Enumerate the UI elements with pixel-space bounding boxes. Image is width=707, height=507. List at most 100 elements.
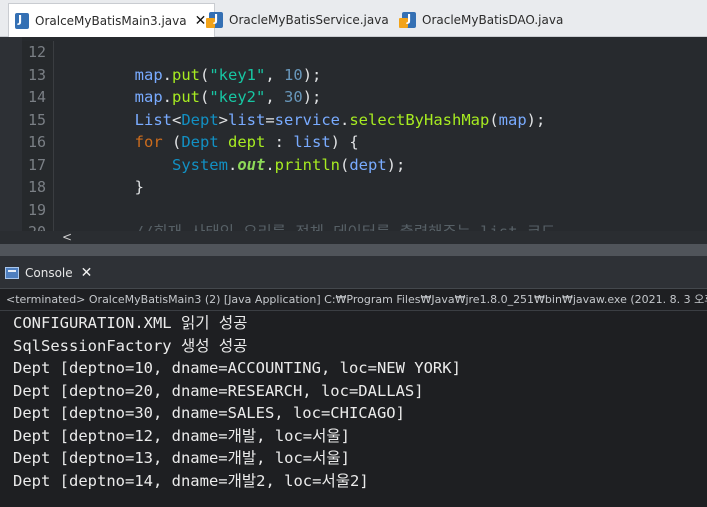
- line-number: 14: [28, 88, 47, 106]
- code-token: dept: [349, 155, 387, 174]
- code-token: <: [171, 110, 182, 129]
- code-token: ,: [265, 65, 285, 84]
- line-number: 16: [28, 133, 47, 151]
- line-number: 18: [28, 178, 47, 196]
- line-number: 20: [22, 221, 53, 231]
- code-token: list: [228, 110, 266, 129]
- code-token: "key2": [209, 88, 266, 106]
- code-line-17[interactable]: System.out.println(dept);: [60, 154, 707, 177]
- java-interface-icon: [206, 12, 223, 28]
- tab-oraclemybatisdao[interactable]: OracleMyBatisDAO.java: [396, 3, 563, 37]
- code-line-12[interactable]: [60, 41, 707, 64]
- console-line: Dept [deptno=10, dname=ACCOUNTING, loc=N…: [13, 359, 461, 377]
- code-token: map: [134, 88, 163, 106]
- code-line-19[interactable]: [60, 199, 707, 222]
- console-line: Dept [deptno=14, dname=개발2, loc=서울2]: [13, 471, 369, 490]
- code-token: );: [302, 65, 322, 84]
- code-token: ) {: [330, 133, 359, 151]
- console-tab-label: Console: [25, 266, 73, 280]
- code-token: list: [293, 133, 331, 151]
- console-line: Dept [deptno=13, dname=개발, loc=서울]: [13, 449, 350, 467]
- editor-gutter: [0, 37, 22, 231]
- console-line: CONFIGURATION.XML 읽기 성공: [13, 314, 248, 332]
- code-token: .: [227, 155, 238, 174]
- code-token: =: [265, 110, 275, 129]
- code-token: .: [162, 65, 172, 84]
- code-token: Dept: [181, 133, 219, 151]
- code-comment: //회재 사태인 요리를 전체 데이터를 출력해주는 list 코드: [135, 223, 556, 231]
- code-token: "key1": [209, 65, 266, 84]
- code-token: map: [498, 110, 527, 129]
- view-separator[interactable]: [0, 244, 707, 256]
- java-interface-icon: [399, 12, 416, 28]
- editor-tab-bar: OralceMyBatisMain3.java ✕ OracleMyBatisS…: [0, 0, 707, 37]
- line-number: 19: [28, 200, 47, 219]
- code-line-16[interactable]: for (Dept dept : list) {: [60, 131, 707, 154]
- code-token: selectByHashMap: [349, 110, 490, 129]
- code-token: ,: [265, 88, 285, 106]
- scroll-left-arrow-icon[interactable]: <: [62, 230, 72, 244]
- code-token: }: [134, 178, 144, 196]
- code-token: .: [265, 155, 275, 174]
- code-token: Dept: [181, 110, 219, 129]
- line-number: 17: [28, 155, 47, 174]
- code-token: (: [162, 133, 182, 151]
- tab-label: OracleMyBatisDAO.java: [422, 13, 564, 27]
- line-number: 12: [28, 43, 47, 61]
- code-token: put: [172, 65, 200, 84]
- java-class-icon: [15, 12, 29, 29]
- code-line-18[interactable]: }: [60, 176, 707, 199]
- code-token: out: [237, 155, 266, 174]
- tab-oralcemybatismain3[interactable]: OralceMyBatisMain3.java ✕: [8, 3, 216, 37]
- code-token: List: [134, 110, 172, 129]
- code-token: (: [489, 110, 499, 129]
- tab-console[interactable]: Console ✕: [5, 260, 92, 286]
- line-number: 13: [28, 65, 47, 84]
- code-token: >: [218, 110, 228, 129]
- code-line-13[interactable]: map.put("key1", 10);: [60, 64, 707, 87]
- code-line-14[interactable]: map.put("key2", 30);: [60, 86, 707, 109]
- code-token: );: [386, 155, 406, 174]
- code-token: for: [134, 133, 163, 151]
- code-token: dept: [228, 133, 266, 151]
- code-token: service: [274, 110, 340, 129]
- code-token: map: [134, 65, 163, 84]
- code-line-15[interactable]: List<Dept>list=service.selectByHashMap(m…: [60, 109, 707, 132]
- tab-label: OracleMyBatisService.java: [229, 13, 389, 27]
- close-icon[interactable]: ✕: [81, 265, 93, 281]
- code-token: );: [302, 88, 322, 106]
- console-process-header: <terminated> OralceMyBatisMain3 (2) [Jav…: [0, 289, 707, 311]
- code-token: :: [265, 133, 294, 151]
- editor-horizontal-scrollbar[interactable]: <: [0, 230, 707, 244]
- console-line: Dept [deptno=12, dname=개발, loc=서울]: [13, 426, 350, 445]
- console-output[interactable]: CONFIGURATION.XML 읽기 성공 SqlSessionFactor…: [0, 312, 707, 507]
- code-token: (: [340, 155, 350, 174]
- console-icon: [5, 267, 19, 279]
- code-token: 10: [284, 65, 303, 84]
- console-line: Dept [deptno=20, dname=RESEARCH, loc=DAL…: [13, 381, 424, 400]
- code-token: .: [340, 110, 350, 129]
- code-token: println: [274, 155, 340, 174]
- code-lines[interactable]: map.put("key1", 10); map.put("key2", 30)…: [60, 41, 707, 232]
- code-token: (: [200, 65, 210, 84]
- code-token: .: [162, 88, 172, 106]
- code-line-20[interactable]: //회재 사태인 요리를 전체 데이터를 출력해주는 list 코드: [60, 221, 707, 231]
- line-numbers: 12 13 14 15 16 17 18 19 20: [22, 41, 54, 231]
- code-token: put: [172, 88, 200, 106]
- console-tab-bar: Console ✕: [0, 256, 707, 289]
- code-token: 30: [284, 88, 303, 106]
- code-token: (: [200, 88, 210, 106]
- code-token: System: [171, 155, 228, 174]
- tab-label: OralceMyBatisMain3.java: [35, 13, 187, 28]
- console-line: Dept [deptno=30, dname=SALES, loc=CHICAG…: [13, 404, 405, 422]
- code-editor[interactable]: 12 13 14 15 16 17 18 19 20 map.put("key1…: [0, 37, 707, 231]
- tab-oraclemybatisservice[interactable]: OracleMyBatisService.java: [203, 3, 389, 37]
- line-number: 15: [28, 110, 47, 129]
